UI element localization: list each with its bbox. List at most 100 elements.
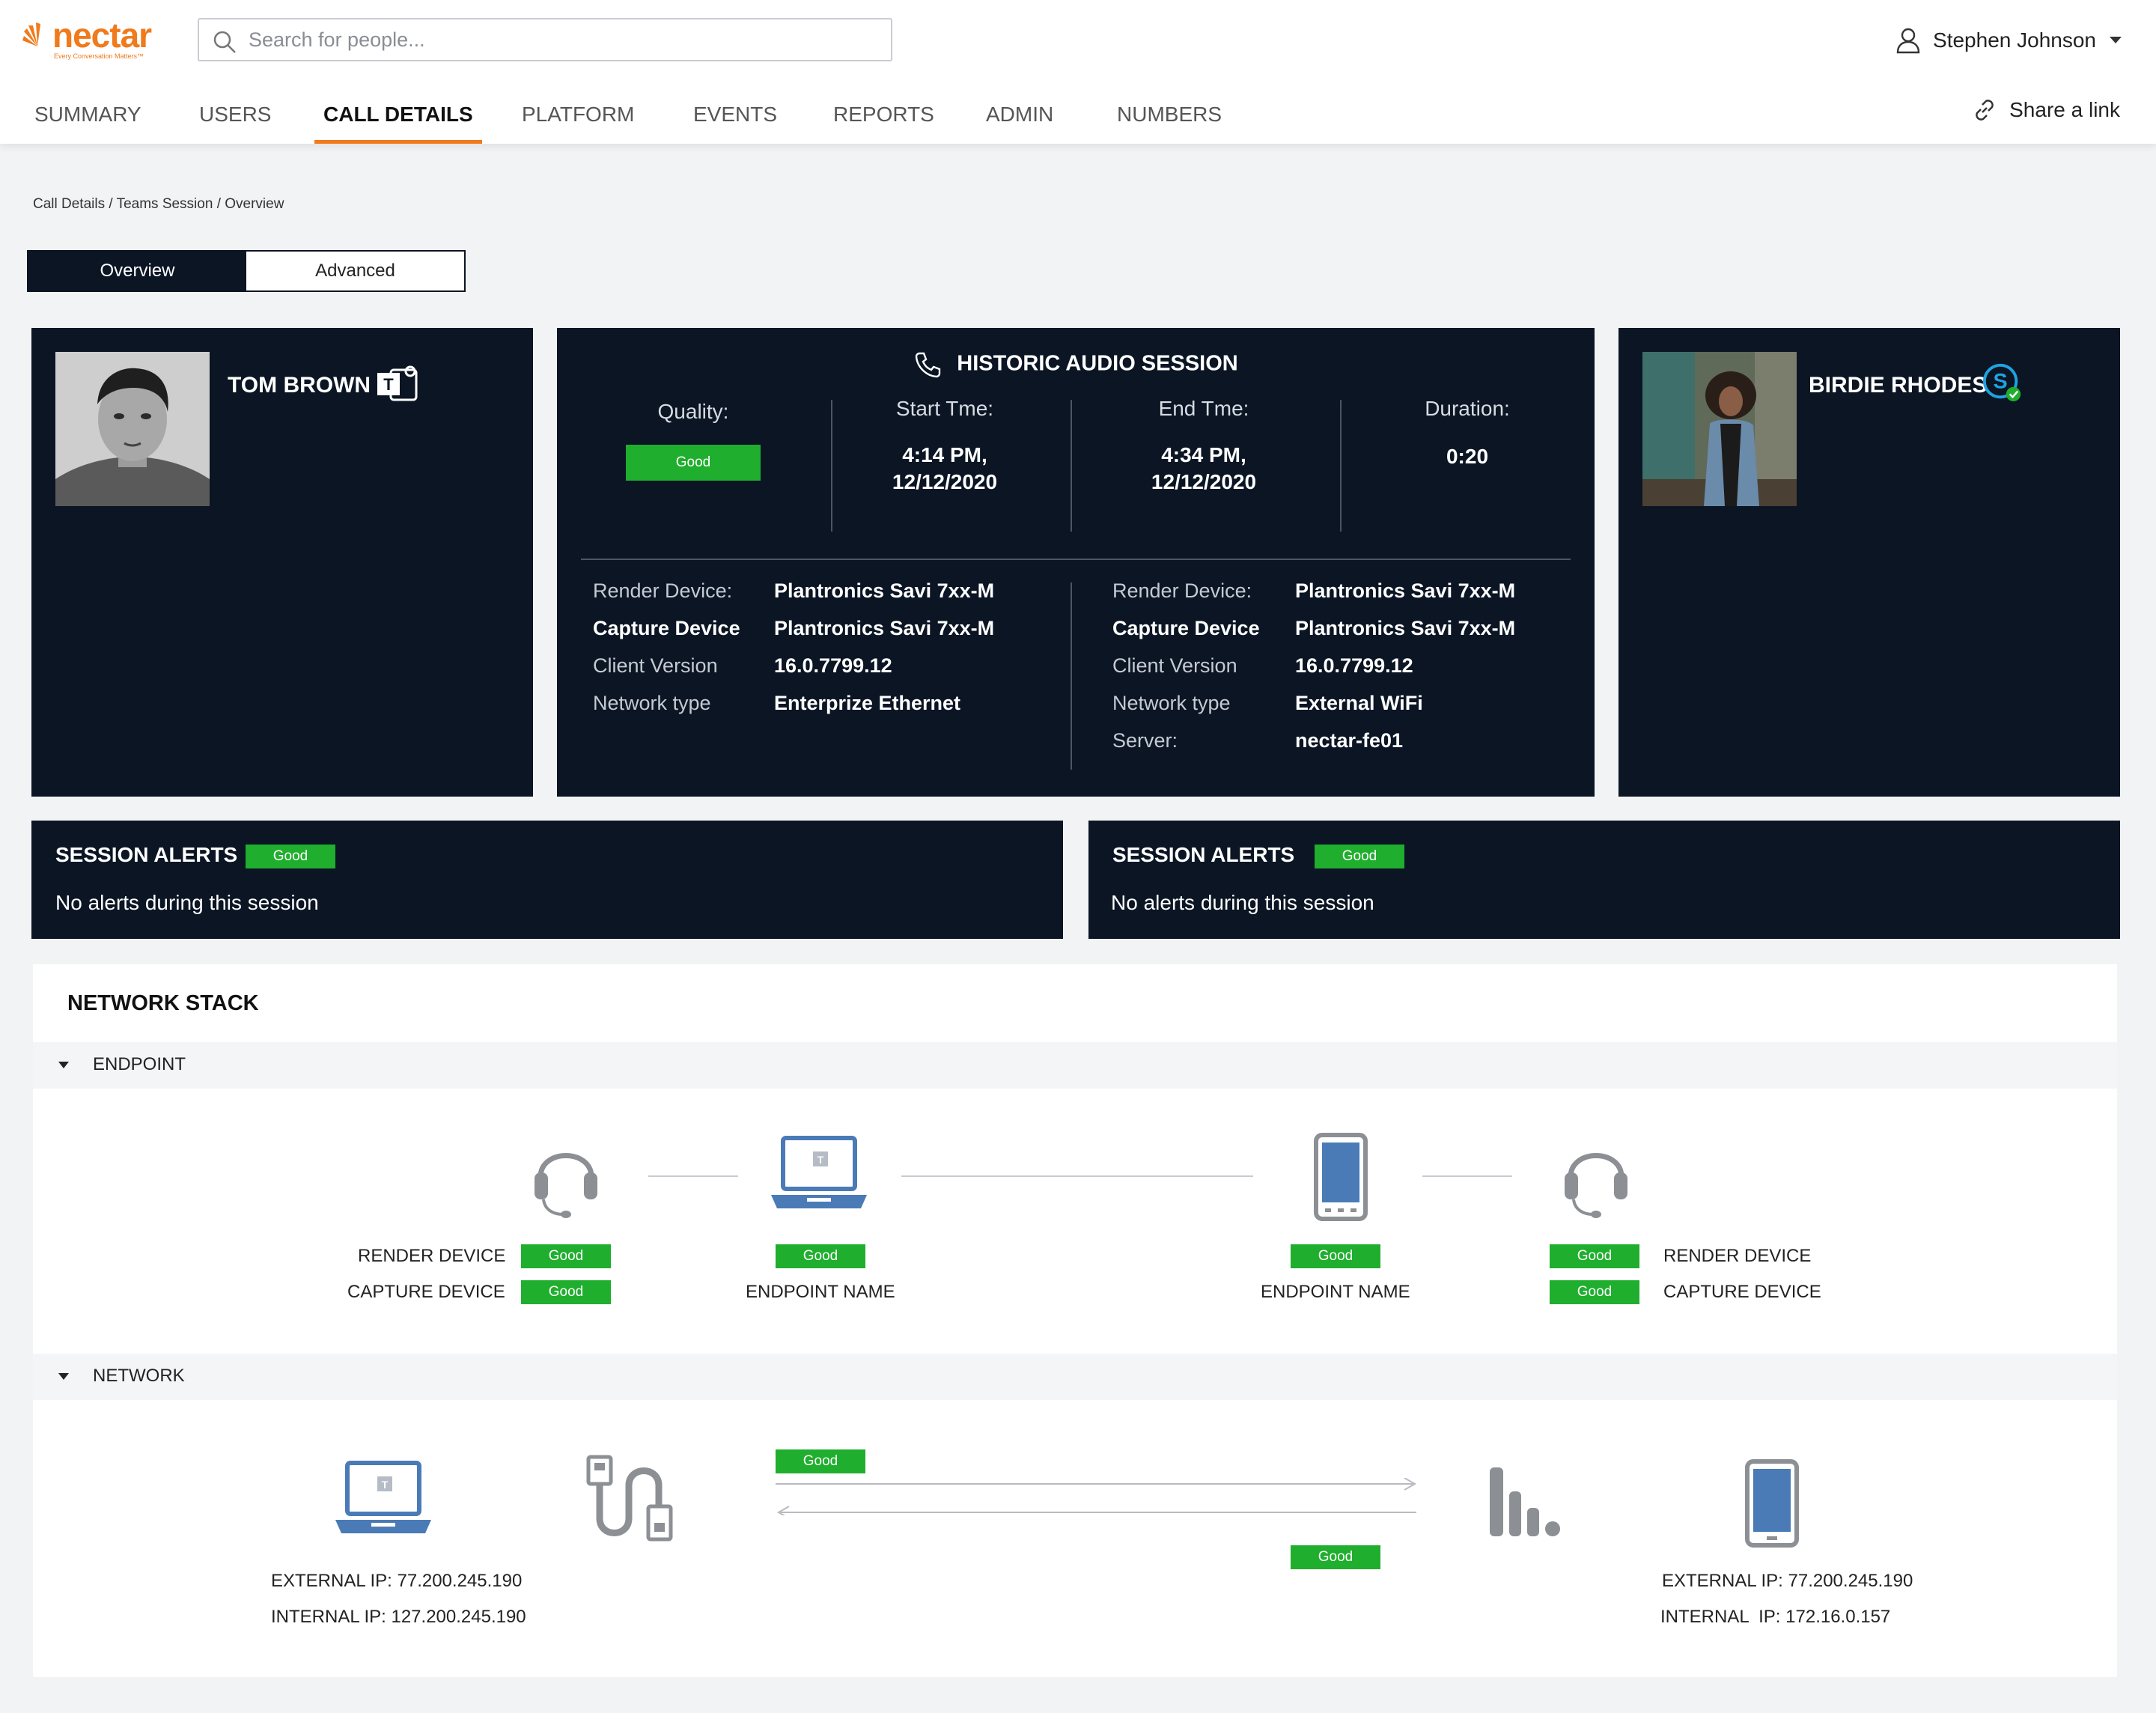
connector-line [901,1175,1253,1177]
caller-internal-ip: INTERNAL IP: 127.200.245.190 [271,1607,526,1627]
svg-text:T: T [383,375,394,394]
divider [831,400,832,532]
quality-badge: Good [626,445,761,481]
caller-external-ip: EXTERNAL IP: 77.200.245.190 [271,1571,523,1591]
detail-key: Render Device: [593,579,733,602]
alerts-message: No alerts during this session [1111,891,1374,914]
phone-icon [916,352,941,378]
start-time-value: 4:14 PM, [902,443,987,466]
callee-external-ip: EXTERNAL IP: 77.200.245.190 [1662,1571,1913,1591]
divider [1340,400,1342,532]
connector-line [1422,1175,1512,1177]
user-name: Stephen Johnson [1933,28,2096,52]
duration-label: Duration: [1425,397,1510,420]
caller-card: TOM BROWN T [31,328,533,797]
search-icon [213,31,236,53]
headset-icon [535,1153,597,1218]
quality-metric: Quality: Good [603,397,783,481]
network-stack-title: NETWORK STACK [67,991,259,1015]
detail-value: 16.0.7799.12 [774,654,892,677]
render-device-badge: Good [1550,1244,1639,1268]
wifi-signal-icon [1490,1467,1560,1536]
end-time-label: End Tme: [1158,397,1249,420]
svg-text:S: S [1993,370,2007,394]
tab-admin[interactable]: ADMIN [986,96,1053,144]
detail-value: Plantronics Savi 7xx-M [774,617,995,639]
skype-icon: S [1982,363,2021,402]
tab-events[interactable]: EVENTS [693,96,777,144]
detail-key: Client Version [593,654,718,677]
capture-device-label: CAPTURE DEVICE [347,1282,505,1302]
tab-numbers[interactable]: NUMBERS [1117,96,1222,144]
endpoint-section-toggle[interactable]: ENDPOINT [33,1042,2117,1089]
caret-down-icon [58,1373,69,1380]
share-link-button[interactable]: Share a link [1970,96,2120,124]
caller-photo [55,352,210,506]
callee-avatar [1642,352,1797,506]
duration-metric: Duration: 0:20 [1377,397,1557,470]
alerts-status-badge: Good [1315,845,1404,868]
breadcrumb[interactable]: Call Details / Teams Session / Overview [33,196,284,213]
divider [581,559,1571,560]
endpoint-name-label: ENDPOINT NAME [746,1282,895,1302]
quality-label: Quality: [657,400,729,423]
chevron-down-icon [2110,37,2122,43]
mobile-device-icon [1314,1133,1368,1221]
detail-value: External WiFi [1295,692,1423,714]
end-time-metric: End Tme: 4:34 PM, 12/12/2020 [1114,397,1294,496]
capture-device-label: CAPTURE DEVICE [1663,1282,1821,1302]
logo-tagline: Every Conversation Matters™ [54,52,144,60]
callee-photo [1642,352,1797,506]
mobile-device-icon [1745,1459,1799,1548]
svg-text:T: T [817,1154,824,1166]
divider [1071,400,1072,532]
render-device-label: RENDER DEVICE [1663,1246,1812,1266]
callee-internal-ip: INTERNAL IP: 172.16.0.157 [1660,1607,1891,1627]
logo-wordmark: nectar [52,16,152,55]
render-device-label: RENDER DEVICE [358,1246,506,1266]
start-time-label: Start Tme: [895,397,994,420]
nectar-logo[interactable]: nectar Every Conversation Matters™ [22,16,172,60]
user-icon [1896,28,1920,54]
session-card: HISTORIC AUDIO SESSION Quality: Good Sta… [557,328,1595,797]
render-device-badge: Good [521,1244,611,1268]
downlink-badge: Good [1291,1545,1380,1569]
session-title: HISTORIC AUDIO SESSION [557,350,1595,379]
toggle-advanced[interactable]: Advanced [246,252,464,290]
callee-name: BIRDIE RHODES [1809,373,1988,398]
detail-key: Capture Device [593,617,740,639]
people-search[interactable] [198,18,892,61]
teams-icon: T [377,365,418,401]
session-alerts-callee: SESSION ALERTS Good No alerts during thi… [1088,821,2120,939]
tab-users[interactable]: USERS [199,96,271,144]
alerts-status-badge: Good [246,845,335,868]
detail-value: Plantronics Savi 7xx-M [1295,579,1516,602]
start-date-value: 12/12/2020 [892,470,998,493]
detail-value: Plantronics Savi 7xx-M [774,579,995,602]
laptop-icon: T [335,1461,431,1533]
end-time-value: 4:34 PM, [1161,443,1246,466]
toggle-overview[interactable]: Overview [28,252,246,290]
divider [1071,582,1072,770]
ethernet-cable-icon [586,1455,673,1542]
share-link-label: Share a link [2009,98,2120,121]
endpoint-badge: Good [1291,1244,1380,1268]
capture-device-badge: Good [1550,1280,1639,1304]
network-section-toggle[interactable]: NETWORK [33,1354,2117,1400]
search-input[interactable] [249,25,877,54]
tab-platform[interactable]: PLATFORM [522,96,634,144]
user-menu[interactable]: Stephen Johnson [1895,25,2122,55]
tab-call-details[interactable]: CALL DETAILS [314,96,482,144]
alerts-title: SESSION ALERTS [1112,843,1295,866]
callee-card: BIRDIE RHODES S [1618,328,2120,797]
svg-text:T: T [382,1479,389,1491]
duration-value: 0:20 [1446,445,1489,468]
detail-value: Enterprize Ethernet [774,692,961,714]
tab-summary[interactable]: SUMMARY [34,96,141,144]
detail-key: Network type [1112,692,1231,714]
tab-reports[interactable]: REPORTS [833,96,934,144]
caret-down-icon [58,1062,69,1068]
capture-device-badge: Good [521,1280,611,1304]
endpoint-name-label: ENDPOINT NAME [1261,1282,1410,1302]
detail-key: Network type [593,692,711,714]
